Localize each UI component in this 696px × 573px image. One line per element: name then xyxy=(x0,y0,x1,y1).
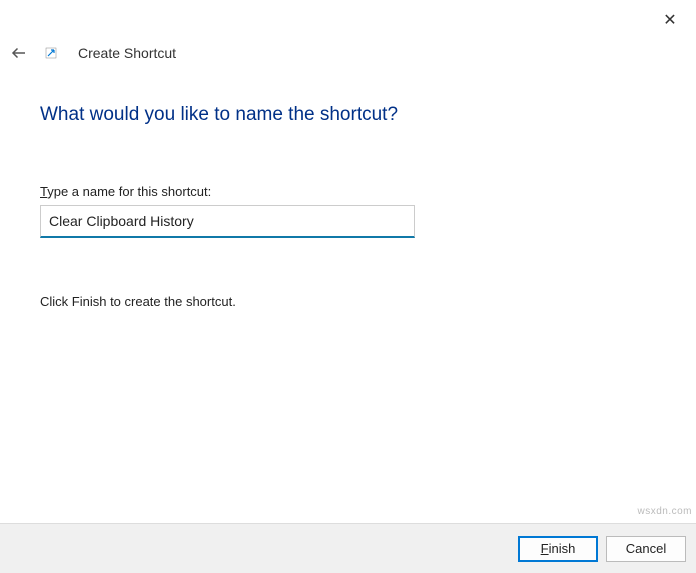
finish-button[interactable]: Finish xyxy=(518,536,598,562)
cancel-button[interactable]: Cancel xyxy=(606,536,686,562)
arrow-left-icon xyxy=(10,44,28,62)
footer: Finish Cancel xyxy=(0,523,696,573)
window-title: Create Shortcut xyxy=(78,45,176,61)
header: Create Shortcut xyxy=(0,0,696,64)
close-icon: ✕ xyxy=(663,10,676,30)
instruction-text: Click Finish to create the shortcut. xyxy=(40,294,656,309)
shortcut-name-input[interactable] xyxy=(40,205,415,238)
page-heading: What would you like to name the shortcut… xyxy=(40,104,656,126)
content-area: What would you like to name the shortcut… xyxy=(0,64,696,309)
watermark-text: wsxdn.com xyxy=(637,506,692,517)
close-button[interactable]: ✕ xyxy=(656,6,684,34)
name-input-label: Type a name for this shortcut: xyxy=(40,184,656,199)
back-button[interactable] xyxy=(8,42,30,64)
shortcut-icon xyxy=(44,46,58,60)
